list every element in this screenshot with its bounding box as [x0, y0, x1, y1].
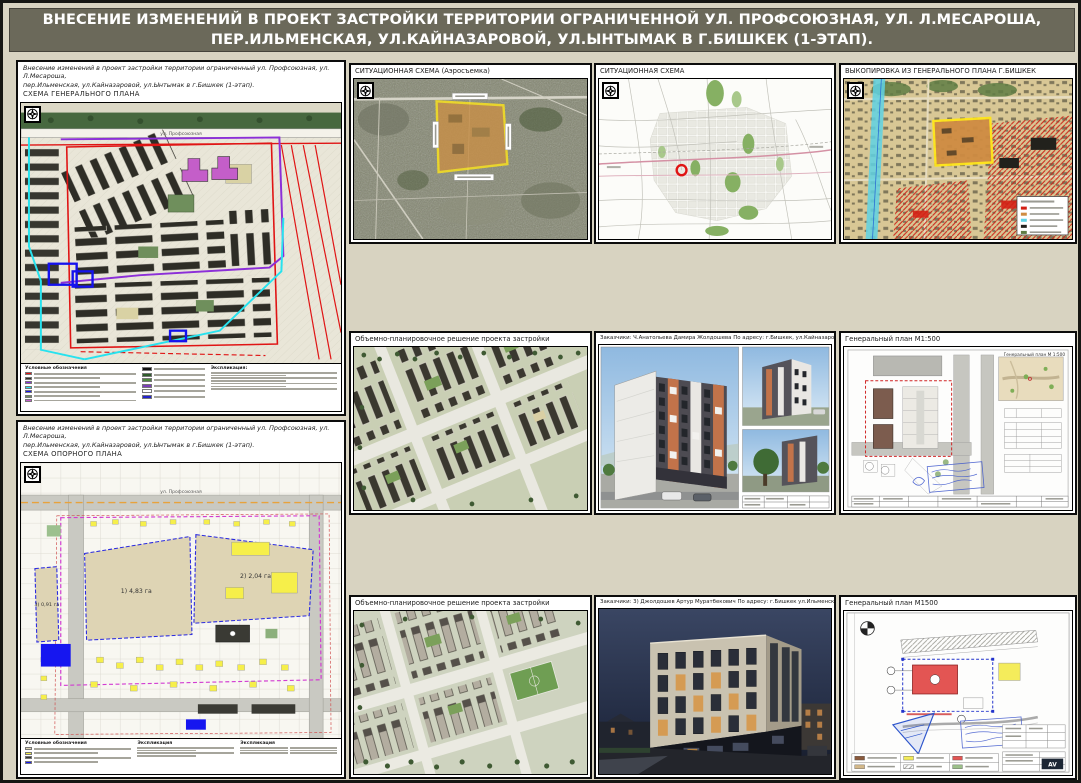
situation-title: СИТУАЦИОННАЯ СХЕМА	[596, 65, 834, 76]
presentation-board: ВНЕСЕНИЕ ИЗМЕНЕНИЙ В ПРОЕКТ ЗАСТРОЙКИ ТЕ…	[0, 0, 1081, 783]
compass-icon	[602, 82, 619, 99]
general-plan-header: Внесение изменений в проект застройки те…	[18, 62, 344, 100]
legend-explication: Экспликация	[137, 741, 234, 772]
legend-explication-title: Экспликация:	[211, 366, 337, 371]
night-building	[650, 635, 801, 766]
reference-plan-map-graphic: ул. Профсоюзная 1) 4,83 га 2) 2,04 га 3)…	[21, 463, 341, 738]
general-plan-header-line2: пер.Ильменская, ул.Кайназаровой, ул.Ынты…	[23, 81, 339, 89]
reference-plan-header: Внесение изменений в проект застройки те…	[18, 422, 344, 460]
title-block	[852, 496, 1068, 507]
panel-building-day: Заказчики: Ч.Анатольева Дамира Жолдошева…	[594, 331, 836, 515]
building-day-sheet	[598, 344, 832, 511]
city-inset-map	[999, 357, 1064, 401]
city-map-graphic	[599, 79, 831, 239]
render-top-right	[743, 347, 830, 425]
genplan-1500-title: Генеральный план М1500	[841, 597, 1075, 608]
building-day-render-graphic	[599, 345, 831, 510]
street-label: ул. Профсоюзная	[160, 131, 202, 137]
panel-general-plan: Внесение изменений в проект застройки те…	[16, 60, 346, 416]
massing-top-render-graphic	[354, 347, 587, 510]
general-plan-header-line1: Внесение изменений в проект застройки те…	[23, 64, 339, 81]
parcel1-label: 1) 4,83 га	[121, 588, 152, 595]
panel-genplan-1500: Генеральный план М1500	[839, 595, 1077, 780]
legend-explication: Экспликация:	[211, 366, 337, 409]
massing-top-title: Объемно-планировочное решение проекта за…	[351, 333, 590, 344]
panel-aerial-scheme: СИТУАЦИОННАЯ СХЕМА (Аэросъемка)	[349, 63, 592, 244]
board-title-line2: ПЕР.ИЛЬМЕНСКАЯ, УЛ.КАЙНАЗАРОВОЙ, УЛ.ЫНТЫ…	[211, 30, 873, 50]
building-night-title: Заказчики: 3) Джолдошев Артур Муратбеков…	[596, 597, 834, 606]
panel-situation-scheme: СИТУАЦИОННАЯ СХЕМА	[594, 63, 836, 244]
genplan-500-title: Генеральный план М1:500	[841, 333, 1075, 344]
render-main	[601, 347, 739, 508]
board-title-line1: ВНЕСЕНИЕ ИЗМЕНЕНИЙ В ПРОЕКТ ЗАСТРОЙКИ ТЕ…	[43, 10, 1042, 30]
compass-icon	[24, 106, 41, 123]
massing-bottom-title: Объемно-планировочное решение проекта за…	[351, 597, 590, 608]
panel-massing-bottom: Объемно-планировочное решение проекта за…	[349, 595, 592, 779]
legend-symbols-title: Условные обозначения	[25, 741, 131, 746]
legend-symbols-title: Условные обозначения	[25, 366, 136, 371]
reference-plan-header-line2: пер.Ильменская, ул.Кайназаровой, ул.Ынты…	[23, 441, 339, 449]
reference-plan-map-frame: ул. Профсоюзная 1) 4,83 га 2) 2,04 га 3)…	[20, 462, 342, 775]
compass-icon	[847, 82, 864, 99]
massing-bottom-image-frame	[353, 610, 588, 775]
building-night-render-graphic	[599, 609, 831, 774]
genplan-1500-sheet-graphic: AV	[844, 611, 1072, 775]
massing-bottom-render-graphic	[354, 611, 587, 774]
legend-strip	[852, 754, 999, 771]
general-plan-header-line3: СХЕМА ГЕНЕРАЛЬНОГО ПЛАНА	[23, 90, 339, 99]
general-plan-map-graphic: ул. Профсоюзная	[21, 103, 341, 363]
compass-icon	[24, 466, 41, 483]
massing-top-image-frame	[353, 346, 588, 511]
extract-title: ВЫКОПИРОВКА ИЗ ГЕНЕРАЛЬНОГО ПЛАНА Г.БИШК…	[841, 65, 1075, 76]
studio-logo: AV	[1042, 759, 1064, 770]
general-plan-map-frame: ул. Профсоюзная	[20, 102, 342, 412]
legend-explication-title: Экспликация	[137, 741, 234, 746]
street-label: ул. Профсоюзная	[160, 489, 202, 495]
compass-icon	[357, 82, 374, 99]
studio-logo-text: AV	[1048, 762, 1057, 768]
reference-plan-legend: Условные обозначения Экспликация Эксплик…	[21, 738, 341, 774]
board-title-bar: ВНЕСЕНИЕ ИЗМЕНЕНИЙ В ПРОЕКТ ЗАСТРОЙКИ ТЕ…	[9, 8, 1075, 52]
legend-chips	[142, 366, 205, 409]
extract-legend-box	[1017, 196, 1068, 234]
genplan-1500-sheet: AV	[843, 610, 1073, 776]
parcel2-label: 2) 2,04 га	[240, 573, 271, 580]
reference-plan-header-line1: Внесение изменений в проект застройки те…	[23, 424, 339, 441]
panel-genplan-500: Генеральный план М1:500 Генеральный план…	[839, 331, 1077, 515]
aerial-image-frame	[353, 78, 588, 240]
extract-image-frame	[843, 78, 1073, 240]
legend-table: Экспликация	[240, 741, 337, 772]
building-night-image-frame	[598, 608, 832, 775]
reference-plan-header-line3: СХЕМА ОПОРНОГО ПЛАНА	[23, 450, 339, 459]
situation-map-frame	[598, 78, 832, 240]
panel-building-night: Заказчики: 3) Джолдошев Артур Муратбеков…	[594, 595, 836, 779]
aerial-title: СИТУАЦИОННАЯ СХЕМА (Аэросъемка)	[351, 65, 590, 76]
genplan-500-sheet-graphic: Генеральный план М 1:500	[844, 347, 1072, 510]
extract-map-graphic	[844, 79, 1072, 239]
panel-reference-plan: Внесение изменений в проект застройки те…	[16, 420, 346, 779]
panel-master-plan-extract: ВЫКОПИРОВКА ИЗ ГЕНЕРАЛЬНОГО ПЛАНА Г.БИШК…	[839, 63, 1077, 244]
building-day-title: Заказчики: Ч.Анатольева Дамира Жолдошева…	[596, 333, 834, 342]
genplan-500-sheet: Генеральный план М 1:500	[843, 346, 1073, 511]
legend-table-title: Экспликация	[240, 741, 337, 746]
legend-symbols: Условные обозначения	[25, 741, 131, 772]
panel-massing-top: Объемно-планировочное решение проекта за…	[349, 331, 592, 515]
render-bottom-right	[743, 430, 830, 492]
sheet-title-block	[743, 496, 830, 508]
legend-symbols: Условные обозначения	[25, 366, 136, 409]
parcel3-label: 3) 0,91 га	[34, 602, 59, 608]
aerial-photo-graphic	[354, 79, 587, 239]
general-plan-legend: Условные обозначения	[21, 363, 341, 411]
